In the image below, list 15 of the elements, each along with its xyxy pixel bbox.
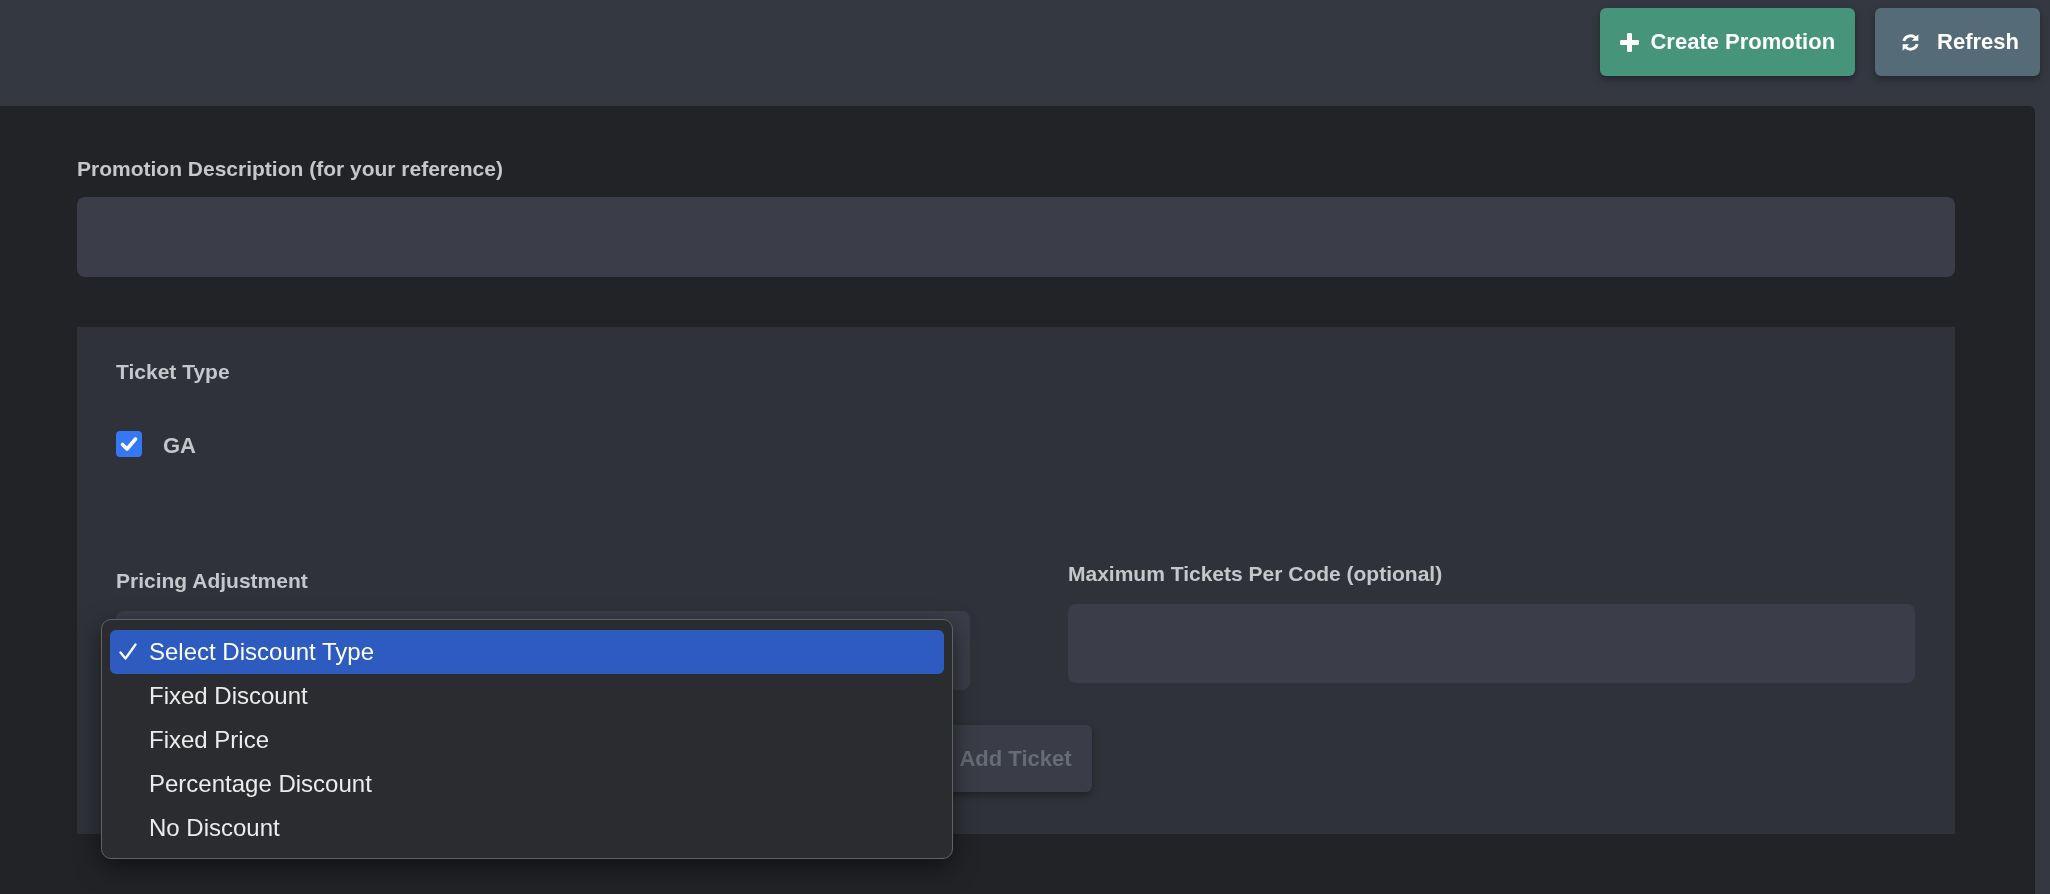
checkbox[interactable] xyxy=(116,430,142,457)
create-button[interactable]: Create Promotion xyxy=(1600,8,1856,76)
refresh-button[interactable]: Refresh xyxy=(1875,8,2040,76)
plus-icon xyxy=(1620,32,1640,52)
menu-item[interactable]: No Discount xyxy=(110,806,944,850)
field-label: Pricing Adjustment xyxy=(116,568,309,593)
checkbox-label: GA xyxy=(163,432,196,459)
refresh-icon xyxy=(1900,31,1922,53)
menu-item[interactable]: Fixed Discount xyxy=(110,674,944,718)
check-icon xyxy=(118,642,138,662)
field-label: Maximum Tickets Per Code (optional) xyxy=(1068,561,1444,586)
field-label: Ticket Type xyxy=(116,359,231,384)
menu-item[interactable]: Select Discount Type xyxy=(110,630,944,674)
field-label: Promotion Description (for your reference) xyxy=(77,156,504,181)
input-field[interactable] xyxy=(77,197,1955,277)
